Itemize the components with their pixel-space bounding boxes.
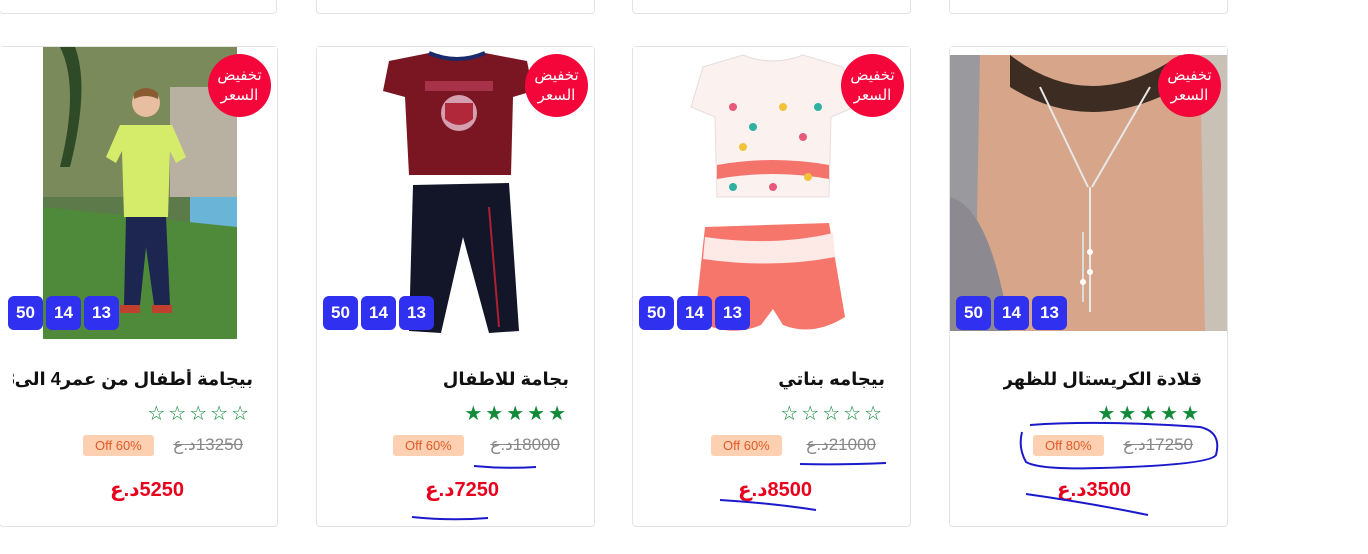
badge-line2: السعر <box>1170 86 1209 104</box>
product-card-top-stub <box>632 0 911 14</box>
discount-badge: تخفيض السعر <box>208 54 271 117</box>
discount-badge: تخفيض السعر <box>525 54 588 117</box>
countdown-timer: 50 14 13 <box>639 296 750 330</box>
countdown-box: 14 <box>361 296 396 330</box>
star-filled-icon: ★ <box>1097 403 1116 425</box>
countdown-box: 13 <box>1032 296 1067 330</box>
discount-percent: Off 60% <box>711 435 782 456</box>
countdown-box: 50 <box>639 296 674 330</box>
countdown-box: 50 <box>323 296 358 330</box>
star-outline-icon: ☆ <box>168 403 187 425</box>
old-price: 21000د.ع <box>806 435 876 454</box>
rating-stars: ☆ ☆ ☆ ☆ ☆ <box>147 403 249 425</box>
product-card[interactable]: تخفيض السعر 50 14 13 بجامة للاطفال ★ ★ ★ ★ ★… <box>316 46 595 527</box>
star-outline-icon: ☆ <box>231 403 249 425</box>
discount-badge: تخفيض السعر <box>841 54 904 117</box>
product-card-top-stub <box>0 0 277 14</box>
countdown-box: 50 <box>8 296 43 330</box>
discount-badge: تخفيض السعر <box>1158 54 1221 117</box>
star-filled-icon: ★ <box>548 403 566 425</box>
badge-line2: السعر <box>853 86 892 104</box>
countdown-box: 50 <box>956 296 991 330</box>
star-filled-icon: ★ <box>1160 403 1179 425</box>
rating-stars: ★ ★ ★ ★ ★ <box>1097 403 1199 425</box>
current-price: 3500د.ع <box>1057 479 1131 501</box>
star-outline-icon: ☆ <box>189 403 208 425</box>
star-filled-icon: ★ <box>527 403 546 425</box>
badge-line1: تخفيض <box>1167 66 1212 84</box>
old-price: 18000د.ع <box>490 435 560 454</box>
star-filled-icon: ★ <box>1181 403 1199 425</box>
discount-percent: Off 60% <box>83 435 154 456</box>
star-outline-icon: ☆ <box>210 403 229 425</box>
product-title[interactable]: بجامة للاطفال <box>443 369 569 390</box>
star-filled-icon: ★ <box>506 403 525 425</box>
star-filled-icon: ★ <box>464 403 483 425</box>
discount-percent: Off 80% <box>1033 435 1104 456</box>
star-filled-icon: ★ <box>485 403 504 425</box>
product-card[interactable]: تخفيض السعر 50 14 13 بيجامه بناتي ☆ ☆ ☆ ☆ ☆ … <box>632 46 911 527</box>
old-price: 17250د.ع <box>1123 435 1193 454</box>
countdown-timer: 50 14 13 <box>323 296 434 330</box>
current-price: 7250د.ع <box>425 479 499 501</box>
product-card[interactable]: تخفيض السعر 50 14 13 بيجامة أطفال من عمر… <box>0 46 278 527</box>
discount-percent: Off 60% <box>393 435 464 456</box>
rating-stars: ★ ★ ★ ★ ★ <box>464 403 566 425</box>
current-price: 5250د.ع <box>110 479 184 501</box>
current-price: 8500د.ع <box>738 479 812 501</box>
star-filled-icon: ★ <box>1139 403 1158 425</box>
countdown-box: 13 <box>399 296 434 330</box>
badge-line2: السعر <box>537 86 576 104</box>
star-outline-icon: ☆ <box>780 403 799 425</box>
badge-line1: تخفيض <box>534 66 579 84</box>
badge-line1: تخفيض <box>217 66 262 84</box>
countdown-timer: 50 14 13 <box>956 296 1067 330</box>
star-filled-icon: ★ <box>1118 403 1137 425</box>
countdown-box: 14 <box>677 296 712 330</box>
product-card-top-stub <box>949 0 1228 14</box>
star-outline-icon: ☆ <box>822 403 841 425</box>
rating-stars: ☆ ☆ ☆ ☆ ☆ <box>780 403 882 425</box>
countdown-box: 13 <box>84 296 119 330</box>
product-card[interactable]: تخفيض السعر 50 14 13 قلادة الكريستال للظ… <box>949 46 1228 527</box>
product-title[interactable]: قلادة الكريستال للظهر <box>1003 369 1202 390</box>
product-title[interactable]: بيجامه بناتي <box>778 369 885 390</box>
star-outline-icon: ☆ <box>843 403 862 425</box>
product-card-top-stub <box>316 0 595 14</box>
star-outline-icon: ☆ <box>147 403 166 425</box>
countdown-box: 14 <box>46 296 81 330</box>
old-price: 13250د.ع <box>173 435 243 454</box>
countdown-timer: 50 14 13 <box>8 296 119 330</box>
product-title[interactable]: بيجامة أطفال من عمر4 الى8... <box>13 369 253 390</box>
countdown-box: 13 <box>715 296 750 330</box>
badge-line1: تخفيض <box>850 66 895 84</box>
countdown-box: 14 <box>994 296 1029 330</box>
star-outline-icon: ☆ <box>801 403 820 425</box>
star-outline-icon: ☆ <box>864 403 882 425</box>
badge-line2: السعر <box>220 86 259 104</box>
